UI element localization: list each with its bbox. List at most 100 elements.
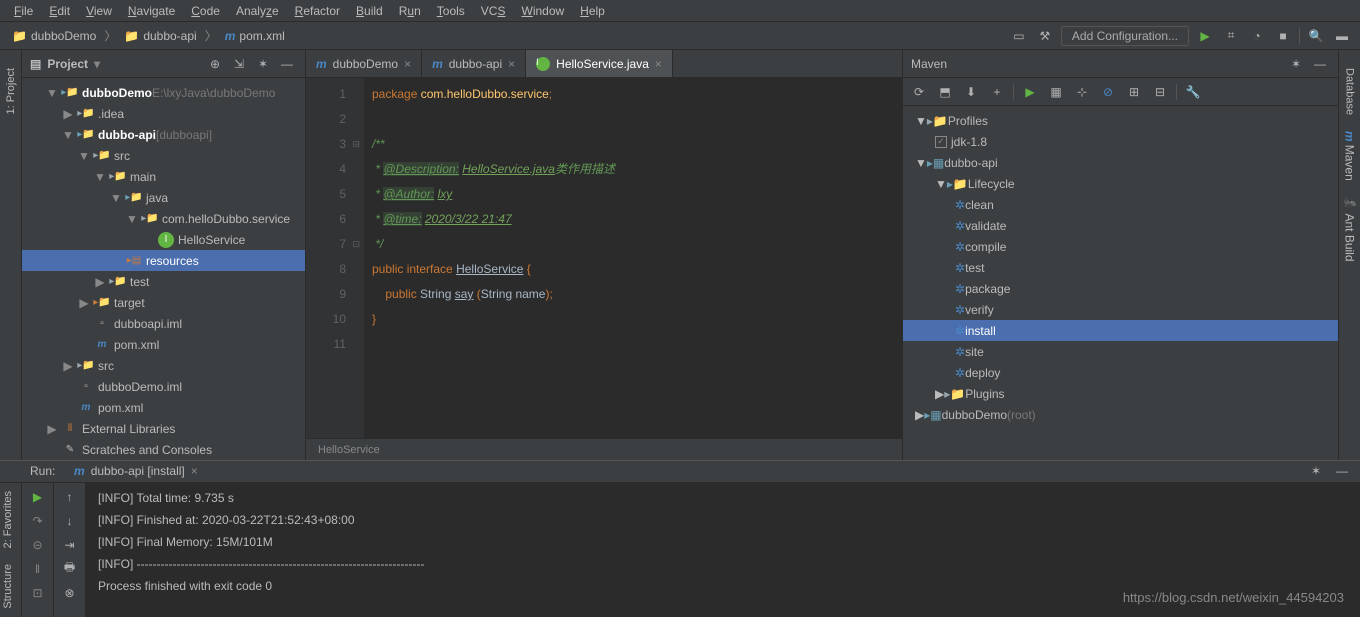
editor-tab[interactable]: mdubboDemo× — [306, 50, 422, 77]
debug-button[interactable]: ⌗ — [1221, 26, 1241, 46]
maven-tree[interactable]: ▼▸📁Profiles✓jdk-1.8▼▸▦dubbo-api▼▸📁Lifecy… — [903, 106, 1338, 460]
tree-item[interactable]: mpom.xml — [22, 397, 305, 418]
maven-tree-item[interactable]: ✲verify — [903, 299, 1338, 320]
maven-tree-item[interactable]: ✲clean — [903, 194, 1338, 215]
wrap-icon[interactable]: ⇥ — [60, 535, 80, 555]
breadcrumb-item[interactable]: mpom.xml — [221, 27, 289, 45]
tree-item[interactable]: ▶▸📁target — [22, 292, 305, 313]
close-icon[interactable]: × — [191, 464, 198, 478]
minimize-icon[interactable]: — — [1310, 54, 1330, 74]
gear-icon[interactable]: ✶ — [1306, 461, 1326, 481]
menu-build[interactable]: Build — [350, 2, 389, 20]
show-deps-icon[interactable]: ⊞ — [1124, 82, 1144, 102]
run-config-selector[interactable]: Add Configuration... — [1061, 26, 1189, 46]
generate-icon[interactable]: ⬒ — [935, 82, 955, 102]
maven-tree-item[interactable]: ✲deploy — [903, 362, 1338, 383]
project-tool-tab[interactable]: 1: Project — [3, 60, 19, 122]
close-icon[interactable]: × — [655, 57, 662, 71]
stop-button[interactable]: ■ — [1273, 26, 1293, 46]
gear-icon[interactable]: ✶ — [253, 54, 273, 74]
maven-tree-item[interactable]: ✲site — [903, 341, 1338, 362]
expand-icon[interactable]: ⇲ — [229, 54, 249, 74]
maven-tree-item[interactable]: ▼▸▦dubbo-api — [903, 152, 1338, 173]
code-content[interactable]: package com.helloDubbo.service; /** * @D… — [364, 78, 902, 438]
editor-breadcrumb[interactable]: HelloService — [306, 438, 902, 460]
tree-item[interactable]: ▸▤resources — [22, 250, 305, 271]
maven-tree-item[interactable]: ▶▸▦dubboDemo (root) — [903, 404, 1338, 425]
ant-tool-tab[interactable]: 🐜 Ant Build — [1341, 189, 1359, 270]
maven-tree-item[interactable]: ✓jdk-1.8 — [903, 131, 1338, 152]
tree-item[interactable]: ▼▸📁com.helloDubbo.service — [22, 208, 305, 229]
dropdown-arrow-icon[interactable]: ▾ — [94, 57, 100, 71]
tree-item[interactable]: IHelloService — [22, 229, 305, 250]
close-icon[interactable]: × — [404, 57, 411, 71]
up-icon[interactable]: ↑ — [60, 487, 80, 507]
editor-tab[interactable]: mdubbo-api× — [422, 50, 526, 77]
run-maven-icon[interactable]: ▶ — [1020, 82, 1040, 102]
menu-help[interactable]: Help — [574, 2, 611, 20]
reimport-icon[interactable]: ⟳ — [909, 82, 929, 102]
menu-analyze[interactable]: Analyze — [230, 2, 285, 20]
toggle-icon[interactable]: ⊹ — [1072, 82, 1092, 102]
close-icon[interactable]: × — [508, 57, 515, 71]
tree-item[interactable]: ▼▸📁dubboDemo E:\lxyJava\dubboDemo — [22, 82, 305, 103]
menu-refactor[interactable]: Refactor — [289, 2, 346, 20]
run-button[interactable]: ▶ — [1195, 26, 1215, 46]
maven-tree-item[interactable]: ✲install — [903, 320, 1338, 341]
breadcrumb-item[interactable]: 📁dubboDemo — [8, 27, 100, 45]
stop2-icon[interactable]: ⊝ — [28, 535, 48, 555]
tree-item[interactable]: ▼▸📁main — [22, 166, 305, 187]
settings-icon[interactable]: ▬ — [1332, 26, 1352, 46]
locate-icon[interactable]: ⊕ — [205, 54, 225, 74]
console-output[interactable]: [INFO] Total time: 9.735 s[INFO] Finishe… — [86, 483, 1360, 617]
menu-tools[interactable]: Tools — [431, 2, 471, 20]
maven-tree-item[interactable]: ✲package — [903, 278, 1338, 299]
tree-item[interactable]: ▼▸📁dubbo-api [dubboapi] — [22, 124, 305, 145]
skip-tests-icon[interactable]: ⊘ — [1098, 82, 1118, 102]
minimize-icon[interactable]: — — [1332, 461, 1352, 481]
tree-item[interactable]: ✎Scratches and Consoles — [22, 439, 305, 460]
tree-item[interactable]: ▶▸📁src — [22, 355, 305, 376]
menu-file[interactable]: File — [8, 2, 39, 20]
gear-icon[interactable]: ✶ — [1286, 54, 1306, 74]
database-tool-tab[interactable]: Database — [1342, 60, 1358, 123]
maven-tree-item[interactable]: ✲compile — [903, 236, 1338, 257]
maven-tree-item[interactable]: ▼▸📁Profiles — [903, 110, 1338, 131]
menu-vcs[interactable]: VCS — [475, 2, 512, 20]
tree-item[interactable]: ▫dubboDemo.iml — [22, 376, 305, 397]
collapse-icon[interactable]: ⊟ — [1150, 82, 1170, 102]
download-icon[interactable]: ⬇ — [961, 82, 981, 102]
tree-item[interactable]: mpom.xml — [22, 334, 305, 355]
tree-item[interactable]: ▫dubboapi.iml — [22, 313, 305, 334]
maven-tree-item[interactable]: ▼▸📁Lifecycle — [903, 173, 1338, 194]
project-tree[interactable]: ▼▸📁dubboDemo E:\lxyJava\dubboDemo▶▸📁.ide… — [22, 78, 305, 460]
menu-code[interactable]: Code — [185, 2, 226, 20]
menu-navigate[interactable]: Navigate — [122, 2, 181, 20]
wrench-icon[interactable]: 🔧 — [1183, 82, 1203, 102]
favorites-tool-tab[interactable]: 2: Favorites — [0, 483, 16, 556]
breadcrumb-item[interactable]: 📁dubbo-api — [120, 27, 200, 45]
down-icon[interactable]: ↓ — [60, 511, 80, 531]
maven-tree-item[interactable]: ✲validate — [903, 215, 1338, 236]
code-editor[interactable]: 123⊟4567⊡891011 package com.helloDubbo.s… — [306, 78, 902, 438]
menu-edit[interactable]: Edit — [43, 2, 76, 20]
tree-item[interactable]: ▼▸📁src — [22, 145, 305, 166]
rerun-icon[interactable]: ▶ — [28, 487, 48, 507]
print-icon[interactable]: 🖶 — [60, 559, 80, 579]
execute-icon[interactable]: ▦ — [1046, 82, 1066, 102]
search-icon[interactable]: 🔍 — [1306, 26, 1326, 46]
hammer-icon[interactable]: ⚒ — [1035, 26, 1055, 46]
menu-window[interactable]: Window — [515, 2, 570, 20]
menu-view[interactable]: View — [80, 2, 118, 20]
tree-item[interactable]: ▶⫴External Libraries — [22, 418, 305, 439]
structure-tool-tab[interactable]: Structure — [0, 556, 16, 617]
screen-icon[interactable]: ▭ — [1009, 26, 1029, 46]
tree-item[interactable]: ▶▸📁.idea — [22, 103, 305, 124]
tree-item[interactable]: ▼▸📁java — [22, 187, 305, 208]
editor-tab[interactable]: IHelloService.java× — [526, 50, 673, 77]
maven-tool-tab[interactable]: m Maven — [1341, 123, 1359, 189]
tree-item[interactable]: ▶▸📁test — [22, 271, 305, 292]
clear-icon[interactable]: ⊗ — [60, 583, 80, 603]
minimize-icon[interactable]: — — [277, 54, 297, 74]
run-tab-label[interactable]: dubbo-api [install] — [91, 464, 185, 478]
